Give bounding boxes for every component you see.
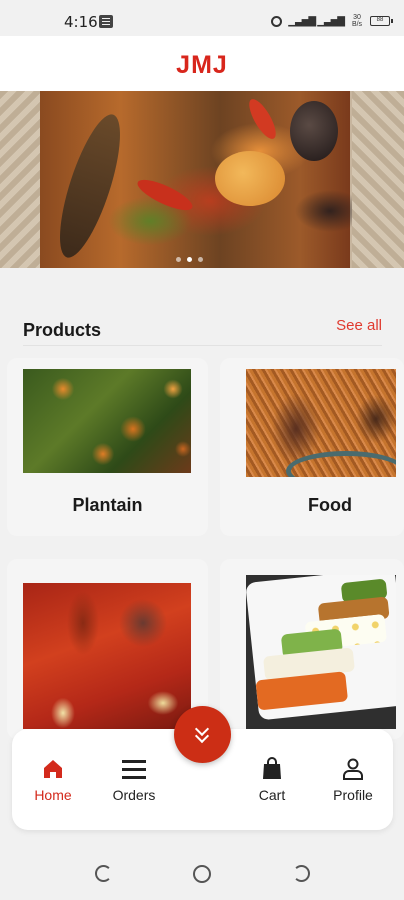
bowl-rim-shape	[286, 451, 396, 477]
nav-label-cart: Cart	[258, 787, 286, 803]
product-name: Food	[308, 495, 352, 515]
banner-prawn-shape	[215, 151, 285, 206]
banner-dot[interactable]	[176, 257, 181, 262]
product-card-food[interactable]: Food	[220, 358, 404, 536]
jollof-rice-image	[246, 369, 396, 477]
nav-item-cart[interactable]: Cart	[240, 757, 304, 803]
basket-texture-right	[352, 91, 404, 268]
banner-pepper-shape-2	[244, 95, 281, 143]
scroll-down-button[interactable]	[174, 706, 231, 763]
nav-item-orders[interactable]: Orders	[102, 757, 166, 803]
banner-pepper-shape	[134, 174, 196, 216]
nav-label-orders: Orders	[112, 787, 156, 803]
banner-fish-shape	[47, 108, 133, 264]
nav-label-home: Home	[34, 787, 72, 803]
nav-item-home[interactable]: Home	[21, 757, 85, 803]
see-all-link[interactable]: See all	[336, 317, 382, 334]
hero-banner[interactable]	[0, 91, 404, 268]
status-indicators: ▁▃▅▇ ▁▃▅▇ 30 B/s 88	[271, 12, 393, 30]
menu-icon	[102, 757, 166, 781]
banner-dot-active[interactable]	[187, 257, 192, 262]
product-card-salad[interactable]	[220, 559, 404, 739]
status-time: 4:16	[64, 13, 98, 31]
app-title: JMJ	[176, 51, 228, 79]
recent-apps-icon[interactable]	[95, 865, 112, 882]
basket-texture-left	[0, 91, 40, 268]
salad-tray-image	[246, 575, 396, 729]
network-speed: 30 B/s	[351, 14, 363, 28]
status-bar: 4:16 ▁▃▅▇ ▁▃▅▇ 30 B/s 88	[0, 0, 404, 36]
system-navigation-bar	[0, 845, 404, 900]
section-title: Products	[23, 320, 102, 340]
message-notification-icon	[99, 15, 113, 28]
product-name: Plantain	[72, 495, 143, 515]
nav-label-profile: Profile	[333, 787, 373, 803]
banner-dot[interactable]	[198, 257, 203, 262]
product-card-plantain[interactable]: Plantain	[7, 358, 208, 536]
product-card-pepper-soup[interactable]	[7, 559, 208, 739]
pepper-soup-image	[23, 583, 191, 729]
alarm-icon	[271, 15, 283, 27]
banner-pagination	[176, 257, 203, 262]
salad-tray	[246, 575, 396, 721]
nav-item-profile[interactable]: Profile	[321, 757, 385, 803]
products-section-header: Products See all	[23, 316, 382, 346]
shopping-bag-icon	[240, 757, 304, 781]
battery-icon: 88	[370, 16, 393, 26]
app-screen: 4:16 ▁▃▅▇ ▁▃▅▇ 30 B/s 88 JMJ Products Se…	[0, 0, 404, 900]
app-header: JMJ	[0, 36, 404, 91]
signal-icon: ▁▃▅▇ ▁▃▅▇	[288, 15, 345, 27]
home-icon	[21, 757, 85, 781]
system-home-icon[interactable]	[193, 865, 211, 883]
person-icon	[321, 757, 385, 781]
plantain-dish-image	[23, 369, 191, 473]
banner-snail-shape	[290, 101, 338, 161]
back-icon[interactable]	[293, 865, 310, 882]
